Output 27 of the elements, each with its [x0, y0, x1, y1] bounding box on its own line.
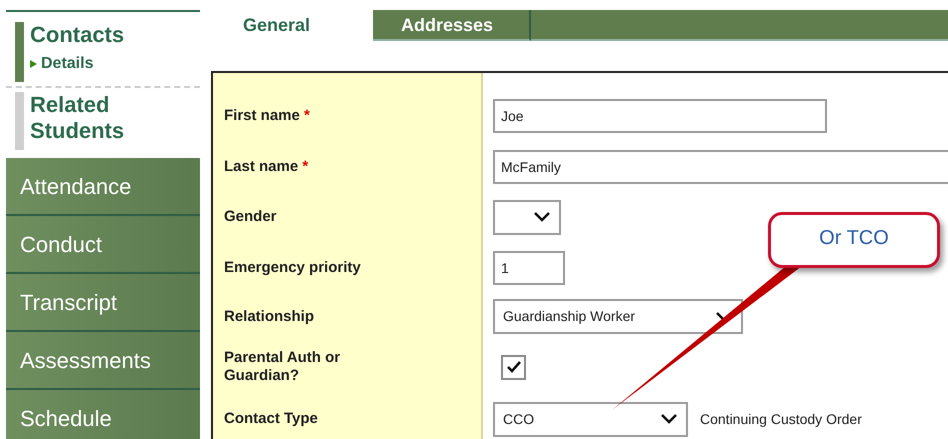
dropdown-field[interactable]: CCO — [493, 402, 688, 436]
field-label: Relationship — [224, 308, 316, 326]
field-label: Contact Type — [224, 410, 319, 428]
text-field[interactable]: McFamily — [493, 150, 948, 184]
tab[interactable]: Addresses — [373, 10, 531, 41]
checkmark-icon — [506, 360, 522, 374]
field-label: Parental Auth or Guardian? — [224, 349, 342, 385]
contact-type-description: Continuing Custody Order — [700, 410, 862, 429]
nav-item[interactable]: Transcript — [6, 274, 200, 332]
dropdown-field[interactable]: Guardianship Worker — [493, 299, 743, 334]
nav-item[interactable]: Conduct — [6, 216, 200, 274]
field-label: Gender — [224, 208, 278, 226]
chevron-icon — [533, 211, 551, 223]
checkbox[interactable] — [501, 354, 526, 380]
callout-bubble: Or TCO — [768, 212, 940, 268]
field-label: Emergency priority — [224, 258, 362, 276]
sidebar-section[interactable]: Contacts Details — [15, 22, 200, 82]
field-label: First name * — [224, 107, 311, 125]
chevron-icon — [660, 413, 678, 425]
field-label: Last name * — [224, 158, 310, 176]
text-field[interactable]: Joe — [493, 99, 827, 133]
nav-item[interactable]: Assessments — [6, 332, 200, 390]
nav-item[interactable]: Schedule — [6, 390, 200, 439]
nav-item[interactable]: Attendance — [6, 158, 200, 216]
text-field[interactable]: 1 — [493, 250, 565, 284]
dropdown-field[interactable] — [493, 200, 561, 234]
sidebar-subitem[interactable]: Details — [30, 52, 200, 76]
